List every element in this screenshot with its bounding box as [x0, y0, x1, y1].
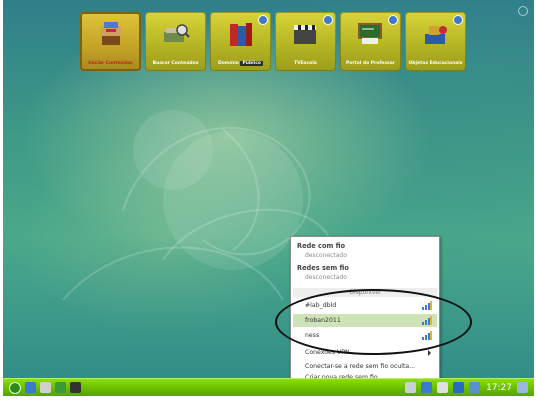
desktop: Iniciar Conteúdos Buscar Conteúdos Domín…: [3, 0, 534, 396]
launcher-objetos-educacionais[interactable]: Objetos Educacionais: [405, 12, 466, 71]
info-badge-icon: [323, 15, 333, 25]
launcher-tv-escola[interactable]: TVEscola: [275, 12, 336, 71]
launcher-label: Objetos Educacionais: [408, 61, 463, 66]
submenu-arrow-icon: [428, 350, 431, 356]
desktop-settings-icon[interactable]: [518, 6, 528, 16]
info-badge-icon: [258, 15, 268, 25]
launcher-label: Portal do Professor: [345, 61, 396, 66]
file-manager-icon[interactable]: [40, 382, 51, 393]
system-tray: 17:27: [400, 382, 528, 393]
info-badge-icon: [388, 15, 398, 25]
clapperboard-icon: [294, 25, 316, 44]
launcher-label: TVEscola: [294, 61, 317, 66]
launcher-label: Domínio Público: [217, 61, 264, 66]
chalkboard-icon: [358, 23, 382, 44]
wireless-status: desconectado: [305, 274, 347, 281]
clipboard-icon[interactable]: [405, 382, 417, 393]
volume-icon[interactable]: [437, 382, 449, 393]
network-icon[interactable]: [453, 382, 465, 393]
highlight-ellipse: [275, 289, 472, 355]
books-red-blue-icon: [230, 23, 252, 46]
education-objects-icon: [425, 26, 447, 44]
info-badge-icon: [453, 15, 463, 25]
browser-icon[interactable]: [55, 382, 66, 393]
launcher-buscar-conteudos[interactable]: Buscar Conteúdos: [145, 12, 206, 71]
updates-icon[interactable]: [421, 382, 433, 393]
power-icon[interactable]: [469, 382, 481, 393]
desktop-icon[interactable]: [25, 382, 36, 393]
wired-status: desconectado: [305, 252, 347, 259]
show-desktop-icon[interactable]: [517, 382, 528, 393]
taskbar-launchers: [9, 382, 85, 394]
launcher-dominio-publico[interactable]: Domínio Público: [210, 12, 271, 71]
taskbar: 17:27: [3, 378, 534, 396]
launcher-iniciar-conteudos[interactable]: Iniciar Conteúdos: [80, 12, 141, 71]
clock[interactable]: 17:27: [486, 383, 512, 393]
search-books-icon: [164, 24, 190, 42]
wireless-section-title: Redes sem fio: [297, 264, 349, 272]
launcher-label: Buscar Conteúdos: [152, 61, 199, 66]
connect-hidden-network-item[interactable]: Conectar-se a rede sem fio oculta...: [305, 363, 415, 370]
start-menu-icon[interactable]: [9, 382, 21, 394]
launcher-portal-do-professor[interactable]: Portal do Professor: [340, 12, 401, 71]
launcher-bar: Iniciar Conteúdos Buscar Conteúdos Domín…: [80, 12, 470, 71]
launcher-label: Iniciar Conteúdos: [88, 61, 133, 66]
books-icon: [101, 22, 121, 45]
terminal-icon[interactable]: [70, 382, 81, 393]
wired-section-title: Rede com fio: [297, 242, 346, 250]
